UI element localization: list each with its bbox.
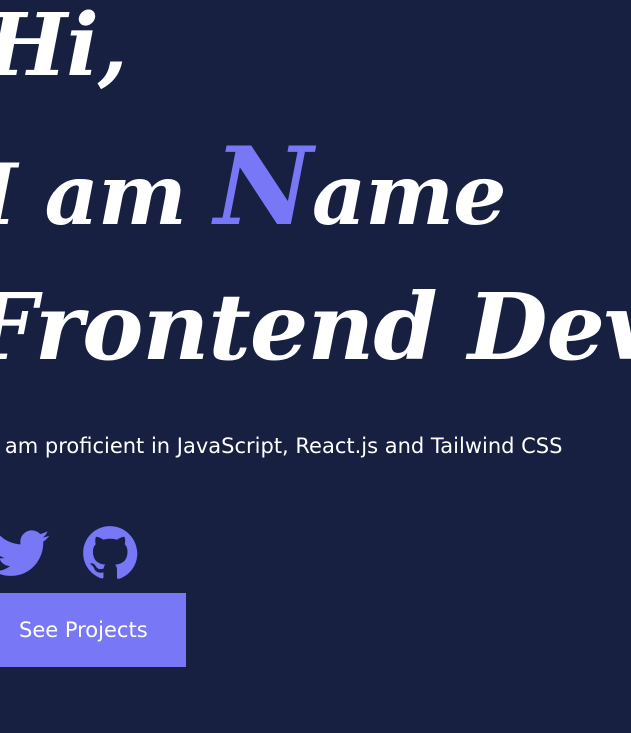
twitter-link[interactable] [0, 525, 50, 581]
role-heading: Frontend Developer [0, 262, 631, 392]
hero-section: Hi, I am Name Frontend Developer I am pr… [0, 0, 631, 733]
intro-prefix: I am [0, 145, 215, 244]
name-rest: ame [311, 145, 507, 244]
greeting-text: Hi, [0, 0, 128, 96]
name-initial: N [214, 124, 313, 250]
see-projects-button[interactable]: See Projects [0, 593, 186, 667]
greeting-heading: Hi, [0, 0, 128, 106]
github-link[interactable] [82, 525, 138, 581]
social-links [0, 525, 138, 581]
bio-text: I am proficient in JavaScript, React.js … [0, 434, 563, 458]
role-text: Frontend Developer [0, 273, 631, 381]
github-icon [83, 526, 138, 579]
twitter-icon [0, 530, 50, 576]
intro-heading: I am Name [0, 124, 507, 255]
